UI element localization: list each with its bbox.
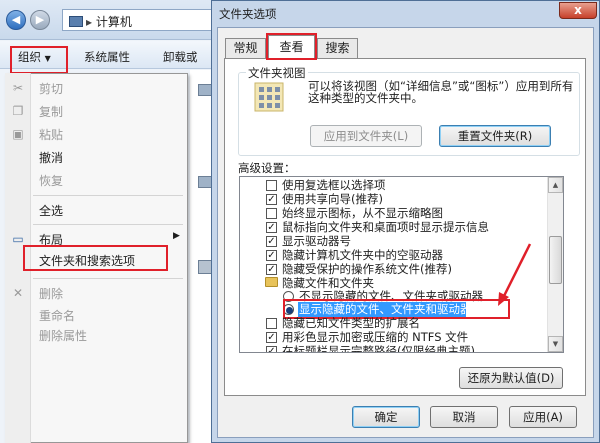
advanced-settings-label: 高级设置： (238, 161, 296, 175)
restore-defaults-button[interactable]: 还原为默认值(D) (459, 367, 563, 389)
menu-item-delete[interactable]: ✕ 删除 (6, 282, 187, 304)
checkbox-always-show-icons[interactable] (266, 208, 277, 219)
checkbox-show-drive-letters[interactable]: ✓ (266, 236, 277, 247)
folder-view-icon (254, 82, 284, 112)
setting-label: 隐藏计算机文件夹中的空驱动器 (282, 248, 443, 262)
menu-item-label: 恢复 (39, 174, 64, 188)
menu-item-label: 全选 (39, 204, 64, 218)
setting-label: 隐藏已知文件类型的扩展名 (282, 316, 420, 330)
submenu-arrow-icon: ▶ (173, 231, 180, 241)
dialog-title: 文件夹选项 (219, 7, 277, 21)
menu-item-undo[interactable]: 撤消 (6, 146, 187, 168)
paste-icon: ▣ (12, 127, 24, 141)
view-tab-highlight-box (266, 33, 317, 60)
setting-label: 显示驱动器号 (282, 234, 351, 248)
menu-item-select-all[interactable]: 全选 (6, 199, 187, 221)
ok-button[interactable]: 确定 (352, 406, 420, 428)
scroll-thumb[interactable] (549, 236, 562, 284)
address-bar[interactable]: ▸ 计算机 (62, 9, 230, 31)
menu-item-label: 重命名 (39, 309, 76, 323)
uninstall-button[interactable]: 卸载或 (163, 48, 198, 66)
menu-item-label: 剪切 (39, 82, 64, 96)
setting-label: 鼠标指向文件夹和桌面项时显示提示信息 (282, 220, 489, 234)
menu-item-cut[interactable]: ✂ 剪切 (6, 77, 187, 99)
setting-label: 使用复选框以选择项 (282, 178, 386, 192)
menu-item-label: 粘贴 (39, 128, 64, 142)
menu-separator (33, 224, 183, 225)
menu-item-copy[interactable]: ❐ 复制 (6, 100, 187, 122)
system-properties-button[interactable]: 系统属性 (84, 48, 130, 66)
checkbox-color-ntfs[interactable]: ✓ (266, 332, 277, 343)
cancel-button[interactable]: 取消 (430, 406, 498, 428)
checkbox-hide-extensions[interactable] (266, 318, 277, 329)
apply-to-folders-button[interactable]: 应用到文件夹(L) (310, 125, 422, 147)
folder-options-highlight-box (23, 245, 168, 271)
folder-icon (265, 277, 278, 287)
folder-view-description: 可以将该视图（如“详细信息”或“图标”）应用到所有这种类型的文件夹中。 (308, 79, 574, 105)
setting-label: 在标题栏显示完整路径(仅限经典主题) (282, 344, 475, 352)
scroll-up-button[interactable]: ▲ (548, 177, 563, 193)
setting-label: 始终显示图标，从不显示缩略图 (282, 206, 443, 220)
menu-item-label: 复制 (39, 105, 64, 119)
menu-item-label: 删除 (39, 287, 64, 301)
tab-general[interactable]: 常规 (225, 38, 266, 58)
setting-label: 使用共享向导(推荐) (282, 192, 383, 206)
layout-icon: ▭ (12, 232, 24, 246)
menu-separator (33, 195, 183, 196)
scroll-down-button[interactable]: ▼ (548, 336, 563, 352)
checkbox-sharing-wizard[interactable]: ✓ (266, 194, 277, 205)
organize-highlight-box (10, 46, 68, 74)
clipped-row: ✓ 在标题栏显示完整路径(仅限经典主题) (240, 344, 546, 352)
menu-item-paste[interactable]: ▣ 粘贴 (6, 123, 187, 145)
copy-icon: ❐ (12, 104, 24, 118)
delete-icon: ✕ (12, 286, 24, 300)
forward-button[interactable]: ▶ (30, 10, 50, 30)
scissors-icon: ✂ (12, 81, 24, 95)
folder-view-title: 文件夹视图 (246, 65, 308, 81)
checkbox-show-tooltips[interactable]: ✓ (266, 222, 277, 233)
menu-item-remove-properties[interactable]: 删除属性 (6, 324, 187, 344)
menu-item-label: 撤消 (39, 151, 64, 165)
menu-item-rename[interactable]: 重命名 (6, 304, 187, 326)
setting-group-label: 隐藏文件和文件夹 (282, 276, 374, 290)
checkbox-hide-protected-files[interactable]: ✓ (266, 264, 277, 275)
menu-separator (33, 278, 183, 279)
apply-button[interactable]: 应用(A) (509, 406, 577, 428)
setting-label: 隐藏受保护的操作系统文件(推荐) (282, 262, 452, 276)
tab-search[interactable]: 搜索 (317, 38, 358, 58)
menu-item-label: 删除属性 (39, 329, 88, 343)
checkbox-full-path[interactable]: ✓ (266, 346, 277, 352)
address-text: 计算机 (95, 15, 132, 29)
back-button[interactable]: ◀ (6, 10, 26, 30)
checkbox-use-check-boxes[interactable] (266, 180, 277, 191)
checkbox-hide-empty-drives[interactable]: ✓ (266, 250, 277, 261)
menu-item-redo[interactable]: 恢复 (6, 169, 187, 191)
close-button[interactable]: x (559, 2, 597, 19)
computer-icon (69, 16, 83, 27)
setting-label: 用彩色显示加密或压缩的 NTFS 文件 (282, 330, 469, 344)
reset-folders-button[interactable]: 重置文件夹(R) (439, 125, 551, 147)
